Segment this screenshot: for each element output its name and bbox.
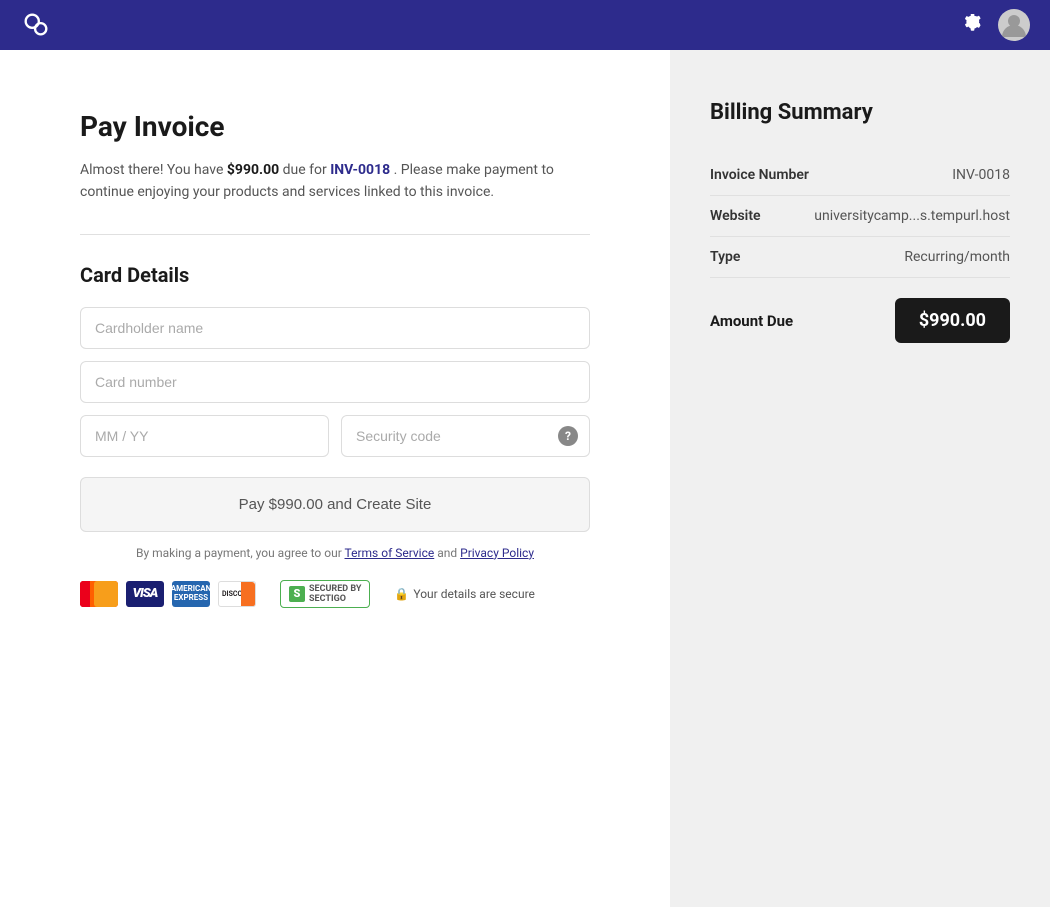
expiry-field-group: [80, 415, 329, 457]
type-row: Type Recurring/month: [710, 237, 1010, 278]
security-code-input[interactable]: [341, 415, 590, 457]
amount-highlight: $990.00: [227, 162, 279, 178]
security-help-icon[interactable]: ?: [558, 426, 578, 446]
secure-label: Your details are secure: [413, 587, 535, 601]
website-value: universitycamp...s.tempurl.host: [814, 208, 1010, 224]
sectigo-label: SECURED BYSECTIGO: [309, 584, 361, 604]
top-navigation: [0, 0, 1050, 50]
terms-text: By making a payment, you agree to our Te…: [80, 546, 590, 560]
cardholder-field-group: [80, 307, 590, 349]
amex-icon: AMERICAN EXPRESS: [172, 581, 210, 607]
secure-text: 🔒 Your details are secure: [394, 587, 534, 601]
security-code-wrapper: ?: [341, 415, 590, 457]
logo: [20, 9, 52, 41]
main-content: Pay Invoice Almost there! You have $990.…: [0, 50, 670, 907]
amount-due-row: Amount Due $990.00: [710, 298, 1010, 343]
page-title: Pay Invoice: [80, 110, 590, 143]
website-label: Website: [710, 208, 761, 224]
mastercard-icon: [80, 581, 118, 607]
visa-icon: VISA: [126, 581, 164, 607]
payment-icons-row: VISA AMERICAN EXPRESS DISCOVER S SECURED…: [80, 580, 590, 608]
type-label: Type: [710, 249, 740, 265]
card-details-title: Card Details: [80, 263, 590, 287]
card-number-input[interactable]: [80, 361, 590, 403]
sectigo-badge-wrapper: S SECURED BYSECTIGO: [280, 580, 370, 608]
amount-due-badge: $990.00: [895, 298, 1010, 343]
security-code-field-group: ?: [341, 415, 590, 457]
billing-sidebar: Billing Summary Invoice Number INV-0018 …: [670, 50, 1050, 907]
discover-icon: DISCOVER: [218, 581, 256, 607]
invoice-number-value: INV-0018: [952, 167, 1010, 183]
sectigo-s-icon: S: [289, 586, 305, 602]
terms-prefix: By making a payment, you agree to our: [136, 546, 345, 560]
pay-button[interactable]: Pay $990.00 and Create Site: [80, 477, 590, 532]
settings-button[interactable]: [962, 14, 984, 36]
privacy-policy-link[interactable]: Privacy Policy: [460, 546, 534, 560]
website-row: Website universitycamp...s.tempurl.host: [710, 196, 1010, 237]
type-value: Recurring/month: [904, 249, 1010, 265]
cardholder-name-input[interactable]: [80, 307, 590, 349]
amount-due-label: Amount Due: [710, 312, 793, 330]
sectigo-badge: S SECURED BYSECTIGO: [280, 580, 370, 608]
invoice-ref: INV-0018: [330, 162, 390, 178]
card-number-field-group: [80, 361, 590, 403]
description: Almost there! You have $990.00 due for I…: [80, 159, 590, 204]
section-divider: [80, 234, 590, 235]
expiry-security-row: ?: [80, 415, 590, 457]
user-avatar[interactable]: [998, 9, 1030, 41]
terms-of-service-link[interactable]: Terms of Service: [345, 546, 435, 560]
terms-middle: and: [434, 546, 460, 560]
desc-prefix: Almost there! You have: [80, 162, 227, 178]
billing-summary-title: Billing Summary: [710, 100, 1010, 125]
invoice-number-label: Invoice Number: [710, 167, 809, 183]
desc-middle: due for: [279, 162, 330, 178]
page-layout: Pay Invoice Almost there! You have $990.…: [0, 50, 1050, 907]
lock-icon: 🔒: [394, 587, 409, 601]
nav-right-actions: [962, 9, 1030, 41]
expiry-input[interactable]: [80, 415, 329, 457]
invoice-number-row: Invoice Number INV-0018: [710, 155, 1010, 196]
